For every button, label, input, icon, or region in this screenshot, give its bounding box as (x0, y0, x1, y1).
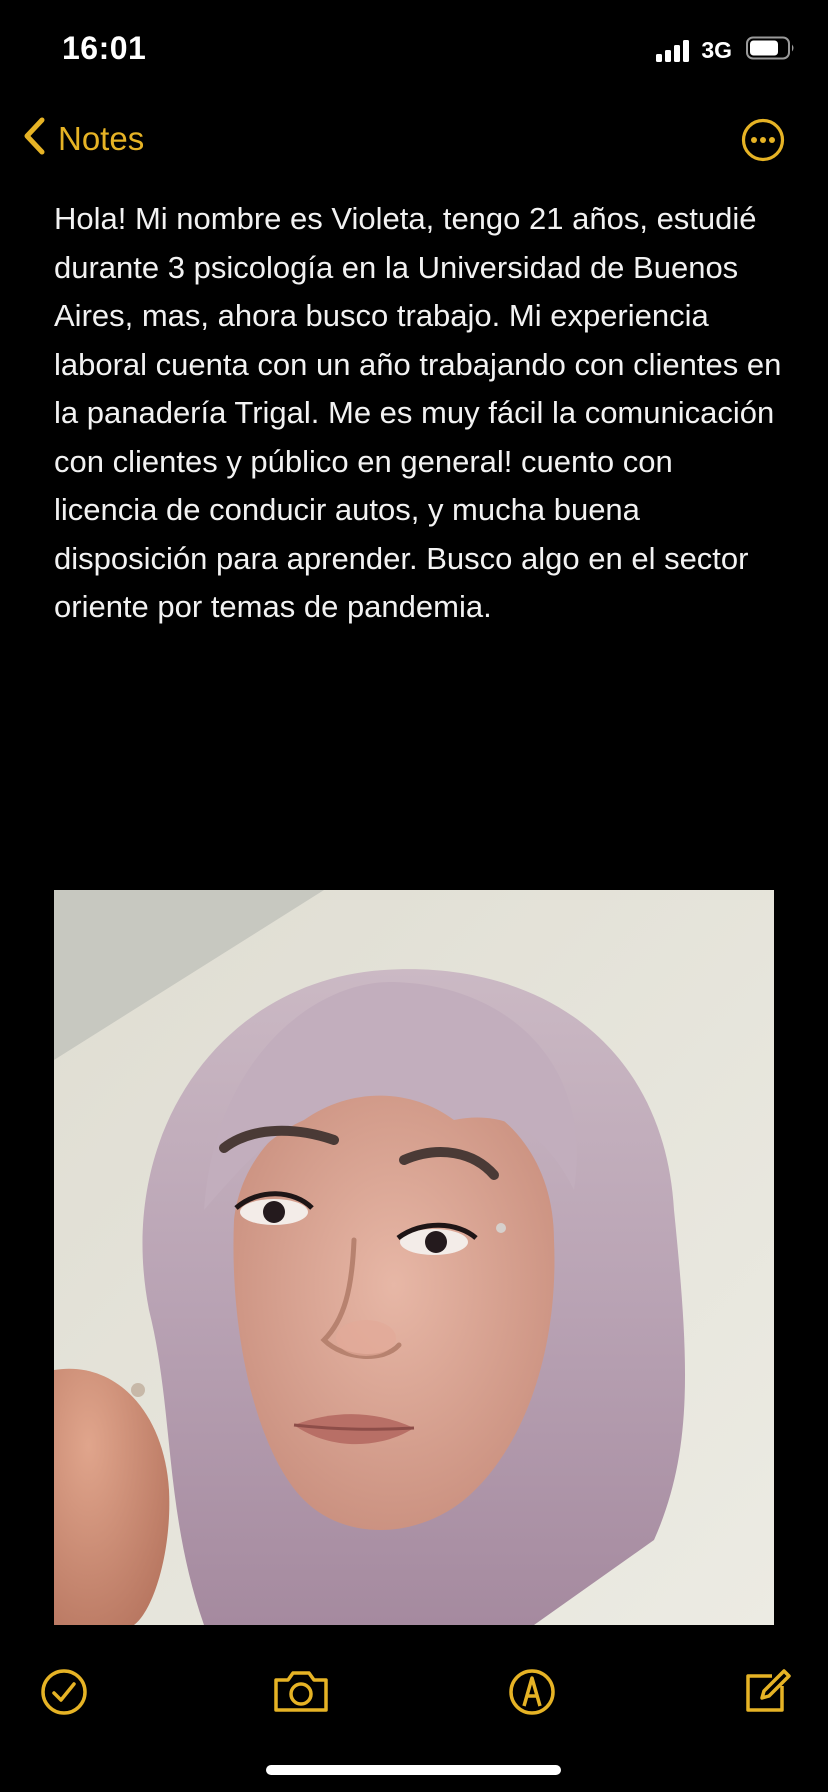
camera-button[interactable] (270, 1664, 332, 1720)
network-type: 3G (701, 37, 732, 63)
checklist-button[interactable] (36, 1664, 92, 1720)
markup-button[interactable] (504, 1664, 560, 1720)
status-indicators: 3G (656, 36, 796, 65)
ellipsis-circle-icon (741, 118, 785, 166)
back-button[interactable]: Notes (22, 116, 144, 161)
battery-icon (746, 36, 796, 65)
home-indicator[interactable] (266, 1765, 561, 1775)
compose-button[interactable] (738, 1664, 794, 1720)
more-options-button[interactable] (741, 118, 785, 162)
chevron-left-icon (22, 116, 48, 161)
status-time: 16:01 (62, 30, 147, 66)
note-body-text[interactable]: Hola! Mi nombre es Violeta, tengo 21 año… (54, 195, 784, 632)
markup-pen-icon (504, 1669, 560, 1724)
checklist-icon (36, 1669, 92, 1724)
back-label: Notes (58, 119, 145, 157)
compose-icon (738, 1669, 794, 1724)
status-bar: 16:01 3G (0, 0, 828, 100)
attached-photo[interactable] (54, 890, 774, 1625)
cellular-signal-icon (656, 39, 690, 62)
camera-icon (270, 1671, 332, 1724)
